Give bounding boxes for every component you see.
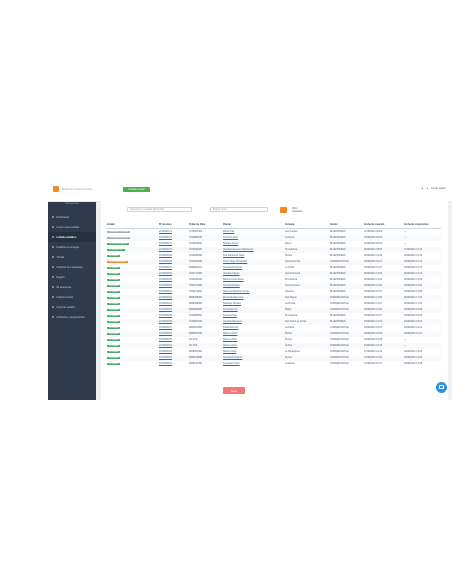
sidebar-item[interactable]: Listado pedidos (48, 232, 96, 242)
status-badge: Entregado (107, 272, 121, 276)
sidebar-item[interactable]: Mi despensa (48, 282, 96, 292)
sidebar-item-label: Ambiente y organización (56, 315, 85, 319)
sidebar: Despensa Dashboard Crear nuevo pedido List… (48, 179, 96, 400)
status-badge: Entregado (107, 284, 121, 288)
nav-dot-icon (52, 275, 55, 279)
chat-button[interactable] (436, 382, 447, 393)
save-button[interactable]: Save (223, 387, 245, 394)
status-badge: Entregado (107, 326, 121, 330)
nav-dot-icon (52, 315, 55, 319)
order-cell: 9968413786 (189, 363, 202, 365)
status-badge: Entregado (107, 356, 121, 360)
status-badge: Cancelado - Devuelto (107, 230, 131, 234)
sidebar-item[interactable]: Crear nuevo pedido (48, 222, 96, 232)
status-badge: Entregado (107, 254, 121, 258)
status-badge: Entregado (107, 290, 121, 294)
table-row[interactable]: Entregado 2010000151 9968413786 Fernanda Ib… (106, 361, 441, 367)
nav-dot-icon (52, 265, 55, 269)
client-cell[interactable]: Fernanda Ibarra (222, 361, 284, 367)
status-cell: Entregado (106, 361, 158, 367)
logout-link[interactable]: Cerrar sesión (431, 187, 446, 190)
advanced-filter-link[interactable]: Filtro avanzado (292, 207, 308, 213)
status-badge: Entregado (107, 350, 121, 354)
topbar: Buscar por número de orden Verificar ped… (48, 179, 452, 202)
carrier-cell: CORREOSCHILE (330, 363, 349, 365)
menu-toggle-button[interactable] (53, 186, 59, 192)
nav-dot-icon (52, 285, 55, 289)
status-badge: Entregado (107, 278, 121, 282)
shipment-cell[interactable]: 2010000151 (158, 361, 188, 367)
sidebar-item-label: Pedidos en entrega (56, 245, 79, 249)
status-badge: Entregado (107, 338, 121, 342)
nav-dot-icon (52, 235, 55, 239)
sidebar-item[interactable]: Pedidos en entrega (48, 242, 96, 252)
sidebar-item[interactable]: Tienda (48, 252, 96, 262)
status-badge: Entregado (107, 302, 121, 306)
sidebar-nav: Dashboard Crear nuevo pedido Listado pedid… (48, 212, 96, 322)
chat-icon (439, 385, 444, 389)
sidebar-item-label: Dashboard (56, 215, 70, 219)
search-input[interactable]: Buscar por número de orden (62, 187, 117, 192)
sidebar-item-label: Solicitud de materiales (56, 265, 83, 269)
status-badge: Entregado (107, 296, 121, 300)
status-badge: Cancelado - Devuelto (107, 236, 131, 240)
sidebar-item[interactable]: Importar pedido (48, 302, 96, 312)
filter-search-button[interactable] (280, 206, 287, 213)
sidebar-item-label: Crear nuevo pedido (56, 225, 80, 229)
due-cell: 18/08/2021 13:08 (404, 363, 423, 365)
nav-dot-icon (52, 305, 55, 309)
orders-table: Estado Nº de envío Orden de Flete Cliente Co… (106, 222, 441, 367)
nav-dot-icon (52, 255, 55, 259)
sidebar-item-label: Tienda (56, 255, 65, 259)
status-badge: En preparación (107, 248, 125, 252)
bell-icon[interactable]: ▲ (421, 187, 423, 190)
user-menu[interactable]: ▲ ● Cerrar sesión (421, 187, 446, 190)
verify-order-button[interactable]: Verificar pedido (123, 186, 150, 192)
status-badge: Entregado (107, 344, 121, 348)
sidebar-item-label: Cálculo costos (56, 295, 74, 299)
status-badge: Entregado (107, 362, 121, 366)
nav-dot-icon (52, 215, 55, 219)
sidebar-item[interactable]: Región (48, 272, 96, 282)
status-badge: Entregado (107, 320, 121, 324)
nav-dot-icon (52, 225, 55, 229)
order-search-input[interactable]: Buscar orden (210, 207, 268, 212)
status-badge: Entregado (107, 308, 121, 312)
sidebar-item[interactable]: Dashboard (48, 212, 96, 222)
status-filter-select[interactable]: Seleccione el estado del Pedido (127, 207, 192, 212)
status-badge: Retiro programado (107, 260, 128, 264)
filter-row: Seleccione el estado del Pedido Buscar o… (101, 203, 448, 217)
created-cell: 17/08/2021 10:17 (364, 363, 383, 365)
sidebar-item-label: Importar pedido (56, 305, 75, 309)
sidebar-item[interactable]: Solicitud de materiales (48, 262, 96, 272)
status-badge: Entregado (107, 314, 121, 318)
sidebar-item-label: Listado pedidos (56, 235, 77, 239)
sidebar-item[interactable]: Cálculo costos (48, 292, 96, 302)
nav-dot-icon (52, 295, 55, 299)
status-badge: Listo para despacho (107, 242, 130, 246)
sidebar-item-label: Región (56, 275, 65, 279)
user-icon[interactable]: ● (426, 187, 428, 190)
sidebar-item-label: Mi despensa (56, 285, 72, 289)
orders-card: Seleccione el estado del Pedido Buscar o… (101, 200, 448, 400)
nav-dot-icon (52, 245, 55, 249)
status-badge: Entregado (107, 332, 121, 336)
status-badge: Entregado (107, 266, 121, 270)
comuna-cell: La Reina (285, 363, 295, 365)
sidebar-item[interactable]: Ambiente y organización (48, 312, 96, 322)
